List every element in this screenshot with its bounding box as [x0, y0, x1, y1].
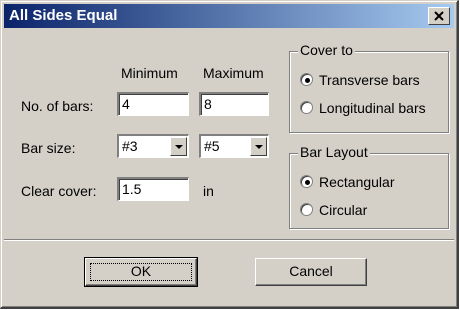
- radio-circular-label: Circular: [319, 202, 368, 218]
- divider: [4, 239, 454, 241]
- cover-to-group: Cover to Transverse bars Longitudinal ba…: [289, 42, 449, 133]
- clear-cover-input[interactable]: 1.5: [117, 177, 189, 201]
- bar-layout-group: Bar Layout Rectangular Circular: [289, 144, 449, 229]
- window-title: All Sides Equal: [9, 7, 118, 24]
- clear-cover-label: Clear cover:: [21, 183, 97, 199]
- radio-circle: [300, 101, 313, 114]
- bar-size-max-dropdown-button[interactable]: [250, 137, 267, 156]
- clear-cover-unit: in: [203, 183, 214, 199]
- radio-longitudinal-label: Longitudinal bars: [319, 100, 426, 116]
- bar-size-max-value: #5: [204, 138, 220, 154]
- minimum-header: Minimum: [121, 65, 178, 81]
- radio-circle: [300, 175, 313, 188]
- bar-size-label: Bar size:: [21, 140, 76, 156]
- chevron-down-icon: [255, 145, 263, 149]
- cancel-button[interactable]: Cancel: [255, 258, 367, 286]
- bar-layout-title: Bar Layout: [298, 144, 370, 160]
- bar-size-min-dropdown-button[interactable]: [170, 137, 187, 156]
- radio-dot-icon: [305, 78, 310, 83]
- focus-rect: [90, 263, 192, 281]
- radio-transverse-label: Transverse bars: [319, 72, 420, 88]
- bar-size-min-select[interactable]: #3: [117, 134, 189, 158]
- cover-to-title: Cover to: [298, 42, 355, 58]
- ok-button[interactable]: OK: [84, 257, 198, 287]
- num-bars-label: No. of bars:: [21, 98, 94, 114]
- num-bars-min-input[interactable]: 4: [117, 92, 189, 116]
- bar-size-min-value: #3: [122, 138, 138, 154]
- cancel-button-label: Cancel: [289, 263, 333, 279]
- bar-size-max-select[interactable]: #5: [199, 134, 269, 158]
- chevron-down-icon: [175, 145, 183, 149]
- radio-circle: [300, 203, 313, 216]
- num-bars-max-input[interactable]: 8: [199, 92, 269, 116]
- close-icon: [434, 11, 444, 21]
- radio-dot-icon: [305, 180, 310, 185]
- close-button[interactable]: [428, 7, 450, 25]
- radio-circle: [300, 73, 313, 86]
- dialog-window: All Sides Equal Minimum Maximum No. of b…: [0, 0, 459, 309]
- radio-rectangular-label: Rectangular: [319, 174, 395, 190]
- title-bar[interactable]: All Sides Equal: [4, 4, 454, 28]
- maximum-header: Maximum: [203, 65, 264, 81]
